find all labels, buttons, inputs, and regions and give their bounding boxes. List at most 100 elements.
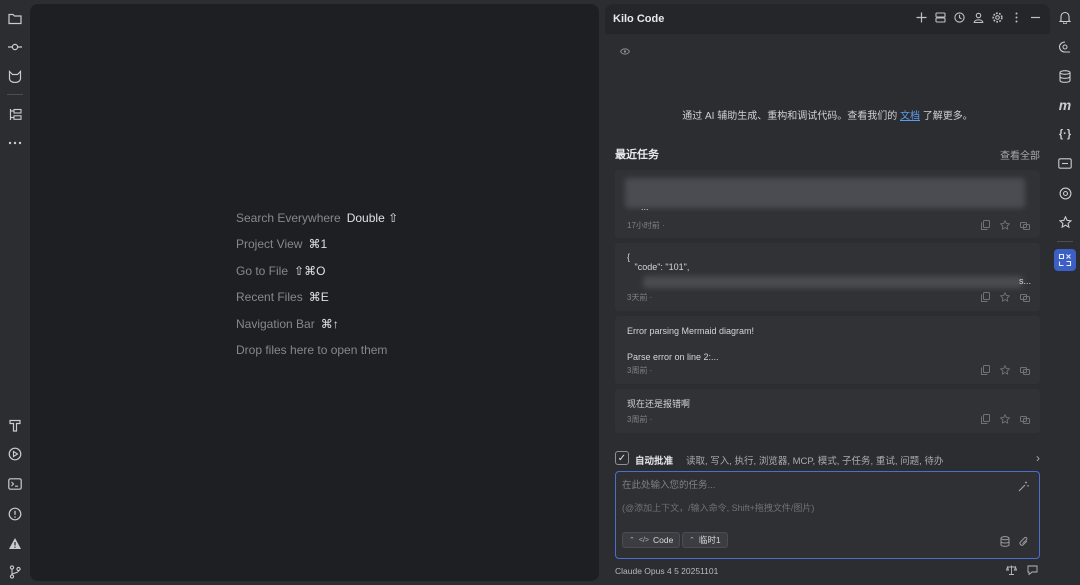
- export-icon[interactable]: [1020, 414, 1030, 424]
- m-icon[interactable]: m: [1054, 94, 1076, 116]
- database-context-icon[interactable]: [1000, 536, 1011, 550]
- text-format-icon[interactable]: [4, 414, 26, 436]
- auto-approve-items: 读取, 写入, 执行, 浏览器, MCP, 模式, 子任务, 重试, 问题, 待…: [686, 456, 944, 467]
- task-text: { "code": "101",: [627, 252, 690, 272]
- copy-icon[interactable]: [980, 414, 990, 424]
- devices-icon[interactable]: [1054, 152, 1076, 174]
- hint-shortcut: Double ⇧: [346, 211, 399, 225]
- settings-gear-icon[interactable]: [991, 11, 1004, 24]
- minimize-icon[interactable]: [1029, 11, 1042, 24]
- export-icon[interactable]: [1020, 365, 1030, 375]
- view-all-link[interactable]: 查看全部: [1000, 147, 1040, 162]
- panel-title: Kilo Code: [613, 13, 665, 25]
- hint-label: Project View: [236, 237, 303, 251]
- hint-label: Drop files here to open them: [236, 343, 388, 357]
- task-item[interactable]: ... 17小时前 ·: [615, 170, 1040, 238]
- mode-label: Code: [653, 535, 674, 545]
- profile-label: 临时1: [698, 535, 721, 545]
- eye-icon[interactable]: [619, 44, 631, 58]
- divider: [1057, 241, 1073, 242]
- task-time: 17小时前 ·: [627, 221, 665, 230]
- attachment-icon[interactable]: [1019, 536, 1029, 550]
- balance-scale-icon[interactable]: [1005, 564, 1018, 578]
- kilo-code-icon[interactable]: [1054, 249, 1076, 271]
- structure-icon[interactable]: [4, 103, 26, 125]
- hint-search-everywhere: Search Everywhere Double ⇧: [236, 211, 398, 225]
- enhance-prompt-icon[interactable]: [1018, 481, 1029, 495]
- task-item[interactable]: { "code": "101", s... 3天前 ·: [615, 243, 1040, 311]
- ai-assistant-icon[interactable]: [1054, 211, 1076, 233]
- left-tool-strip: [0, 0, 30, 585]
- copy-icon[interactable]: [980, 292, 990, 302]
- more-icon[interactable]: [4, 132, 26, 154]
- more-vertical-icon[interactable]: [1010, 11, 1023, 24]
- hint-go-to-file: Go to File ⇧⌘O: [236, 264, 325, 278]
- terminal-icon[interactable]: [4, 473, 26, 495]
- copy-icon[interactable]: [980, 220, 990, 230]
- divider: [7, 94, 23, 95]
- auto-approve-label: 自动批准: [635, 456, 674, 467]
- history-icon[interactable]: [953, 11, 966, 24]
- hint-drop-files: Drop files here to open them: [236, 343, 387, 357]
- target-icon[interactable]: [1054, 182, 1076, 204]
- hint-label: Search Everywhere: [236, 211, 341, 225]
- account-icon[interactable]: [972, 11, 985, 24]
- copy-icon[interactable]: [980, 365, 990, 375]
- task-time: 3天前 ·: [627, 293, 653, 302]
- star-icon[interactable]: [1000, 220, 1010, 230]
- warning-icon[interactable]: [4, 532, 26, 554]
- commit-icon[interactable]: [4, 36, 26, 58]
- kilo-code-panel: Kilo Code 通过 AI 辅助生成、重构和调试代码。查看我们的 文档 了解…: [605, 4, 1050, 581]
- hint-shortcut: ⇧⌘O: [294, 264, 326, 278]
- auto-approve-row[interactable]: ✓ 自动批准 读取, 写入, 执行, 浏览器, MCP, 模式, 子任务, 重试…: [615, 450, 1040, 467]
- chevron-up-icon: ⌃: [689, 537, 695, 544]
- task-text: Error parsing Mermaid diagram! Parse err…: [627, 326, 755, 362]
- star-icon[interactable]: [1000, 292, 1010, 302]
- auto-approve-checkbox[interactable]: ✓: [615, 451, 629, 465]
- code-braces-icon[interactable]: {·}: [1054, 123, 1076, 145]
- hint-label: Go to File: [236, 264, 289, 278]
- code-icon: </>: [638, 536, 649, 544]
- server-icon[interactable]: [934, 11, 947, 24]
- star-icon[interactable]: [1000, 414, 1010, 424]
- hint-shortcut: ⌘↑: [320, 317, 339, 331]
- hint-label: Navigation Bar: [236, 317, 315, 331]
- recent-tasks-heading: 最近任务: [615, 149, 659, 161]
- export-icon[interactable]: [1020, 292, 1030, 302]
- notifications-icon[interactable]: [1054, 6, 1076, 28]
- task-item[interactable]: 现在还是报错啊 3周前 ·: [615, 389, 1040, 433]
- run-icon[interactable]: [4, 443, 26, 465]
- task-text: ...: [641, 202, 649, 212]
- star-icon[interactable]: [1000, 365, 1010, 375]
- git-branch-icon[interactable]: [4, 561, 26, 583]
- panel-header: Kilo Code: [605, 4, 1050, 34]
- docs-link[interactable]: 文档: [900, 111, 920, 122]
- hint-recent-files: Recent Files ⌘E: [236, 290, 329, 304]
- mode-selector[interactable]: ⌃ </> Code: [622, 532, 681, 548]
- task-input[interactable]: 在此处输入您的任务... (@添加上下文，/输入命令, Shift+拖拽文件/图…: [615, 471, 1040, 559]
- hint-shortcut: ⌘1: [308, 237, 328, 251]
- hint-navigation-bar: Navigation Bar ⌘↑: [236, 317, 339, 331]
- redacted-text: [625, 178, 1025, 208]
- profile-selector[interactable]: ⌃ 临时1: [682, 532, 728, 548]
- task-input-hint: (@添加上下文，/输入命令, Shift+拖拽文件/图片): [622, 503, 815, 513]
- folder-icon[interactable]: [4, 7, 26, 29]
- model-name[interactable]: Claude Opus 4 5 20251101: [615, 566, 718, 576]
- right-tool-strip: m {·}: [1050, 0, 1080, 585]
- problems-icon[interactable]: [4, 503, 26, 525]
- new-task-icon[interactable]: [915, 11, 928, 24]
- chevron-right-icon[interactable]: ›: [1036, 451, 1040, 465]
- kilo-logo-icon[interactable]: [4, 65, 26, 87]
- task-text: 现在还是报错啊: [627, 399, 691, 409]
- intro-prefix: 通过 AI 辅助生成、重构和调试代码。查看我们的: [682, 111, 898, 122]
- feedback-icon[interactable]: [1027, 564, 1038, 578]
- editor-empty-state[interactable]: Search Everywhere Double ⇧ Project View ⌘1…: [30, 4, 599, 581]
- hint-label: Recent Files: [236, 290, 303, 304]
- chevron-up-icon: ⌃: [629, 537, 635, 544]
- database-icon[interactable]: [1054, 65, 1076, 87]
- ai-chat-icon[interactable]: [1054, 36, 1076, 58]
- task-time: 3周前 ·: [627, 415, 653, 424]
- export-icon[interactable]: [1020, 220, 1030, 230]
- task-item[interactable]: Error parsing Mermaid diagram! Parse err…: [615, 316, 1040, 384]
- task-time: 3周前 ·: [627, 366, 653, 375]
